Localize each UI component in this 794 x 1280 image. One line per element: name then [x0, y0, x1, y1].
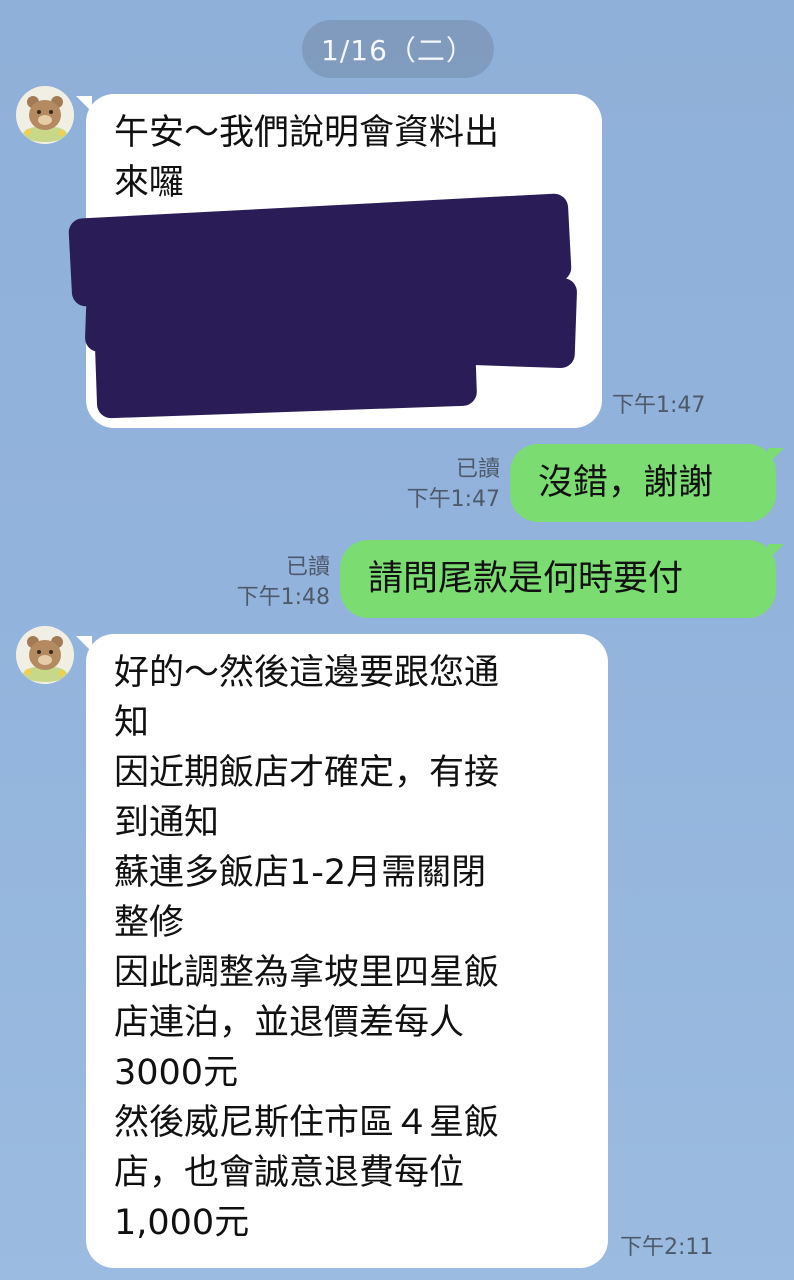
message-text: 沒錯，謝謝: [538, 463, 714, 503]
read-receipt: 已讀: [285, 555, 330, 580]
message-time: 下午1:47: [406, 487, 500, 512]
bear-avatar-icon: [16, 86, 74, 144]
message-line: 蘇連多飯店1-2月需關閉: [114, 853, 487, 893]
message-bubble-incoming[interactable]: 好的～然後這邊要跟您通 知 因近期飯店才確定，有接 到通知 蘇連多飯店1-2月需…: [86, 634, 608, 1268]
message-line: 店，也會誠意退費每位: [114, 1153, 465, 1193]
date-separator: 1/16（二）: [302, 20, 494, 78]
message-line: 3000元: [114, 1053, 239, 1093]
message-bubble-outgoing[interactable]: 請問尾款是何時要付: [340, 540, 776, 618]
date-separator-text: 1/16（二）: [321, 34, 475, 67]
bubble-tail: [768, 448, 784, 464]
redaction-mark: [94, 325, 478, 419]
message-line: 午安～我們說明會資料出: [114, 113, 500, 153]
message-line: 知: [114, 703, 150, 743]
message-line: 到通知: [114, 803, 220, 843]
read-receipt: 已讀: [455, 457, 500, 482]
message-line: 然後威尼斯住市區４星飯: [114, 1103, 500, 1143]
message-time: 下午1:48: [236, 585, 330, 610]
message-bubble-incoming[interactable]: 午安～我們說明會資料出 來囉: [68, 94, 602, 428]
bubble-tail: [768, 544, 784, 560]
message-line: 1,000元: [114, 1203, 250, 1243]
message-line: 好的～然後這邊要跟您通: [114, 653, 500, 693]
message-line: 店連泊，並退價差每人: [114, 1003, 465, 1043]
avatar[interactable]: [16, 86, 74, 144]
bear-avatar-icon: [16, 626, 74, 684]
message-line: 因近期飯店才確定，有接: [114, 753, 500, 793]
avatar[interactable]: [16, 626, 74, 684]
message-bubble-outgoing[interactable]: 沒錯，謝謝: [510, 444, 776, 522]
message-time: 下午2:11: [620, 1235, 714, 1260]
message-line: 整修: [114, 903, 185, 943]
message-text: 請問尾款是何時要付: [368, 559, 684, 599]
message-time: 下午1:47: [612, 393, 706, 418]
message-line: 因此調整為拿坡里四星飯: [114, 953, 500, 993]
